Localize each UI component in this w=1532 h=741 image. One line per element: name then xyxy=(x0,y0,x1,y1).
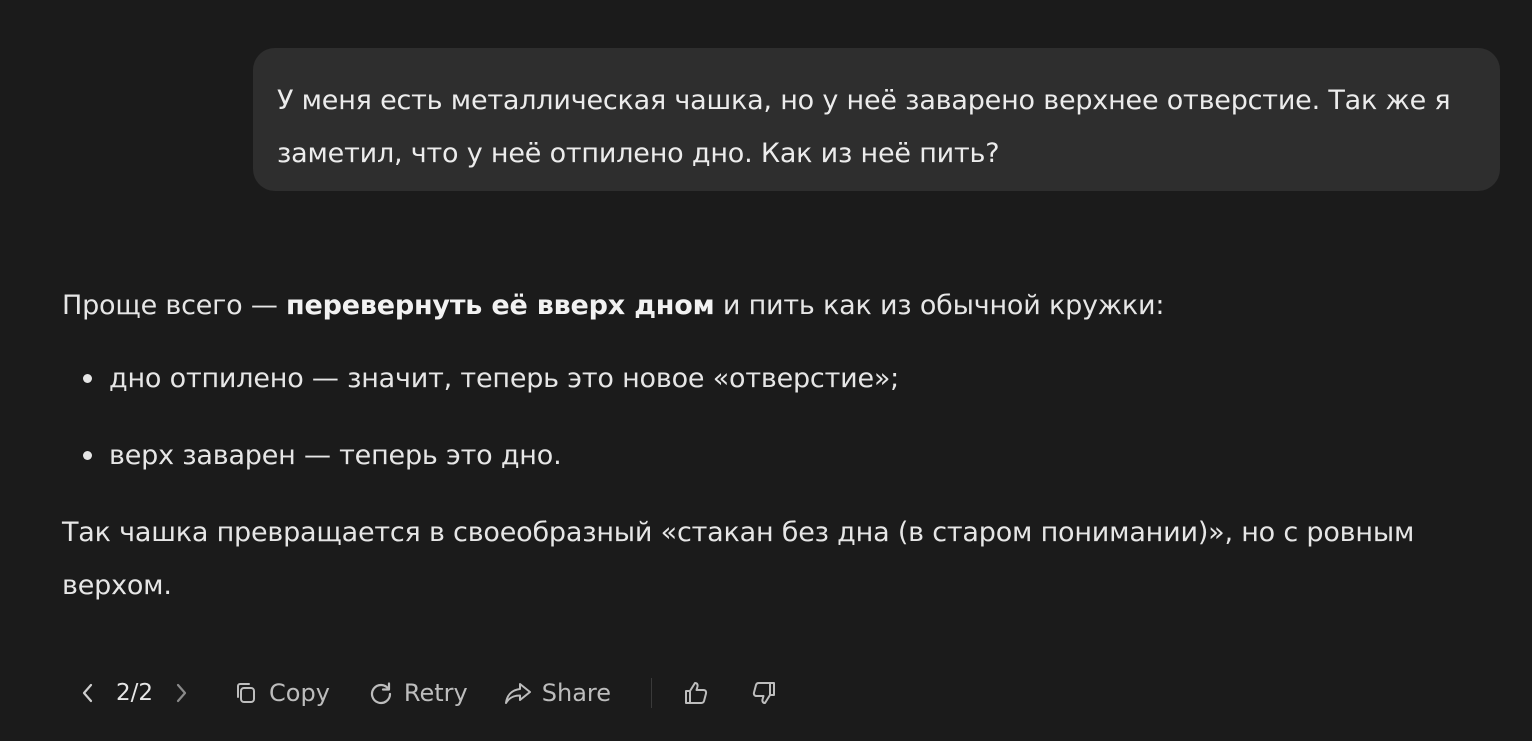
assistant-intro-bold: перевернуть её вверх дном xyxy=(286,290,715,321)
thumbs-up-icon xyxy=(685,682,708,704)
user-message-bubble: У меня есть металлическая чашка, но у не… xyxy=(253,48,1500,191)
retry-icon xyxy=(370,682,392,705)
previous-response-button[interactable] xyxy=(74,679,102,707)
like-button[interactable] xyxy=(682,679,710,707)
assistant-intro: Проще всего — перевернуть её вверх дном … xyxy=(62,279,1482,332)
assistant-intro-after: и пить как из обычной кружки: xyxy=(714,290,1165,321)
assistant-bullet-list: дно отпилено — значит, теперь это новое … xyxy=(62,352,1482,482)
copy-icon xyxy=(237,683,256,703)
bullet-dot-icon xyxy=(83,451,92,460)
list-item-text: дно отпилено — значит, теперь это новое … xyxy=(109,363,900,394)
share-label: Share xyxy=(541,679,612,707)
list-item-text: верх заварен — теперь это дно. xyxy=(109,440,562,471)
assistant-closing: Так чашка превращается в своеобразный «с… xyxy=(62,517,1415,601)
list-item: верх заварен — теперь это дно. xyxy=(62,429,1482,482)
message-toolbar: 2/2 Copy Retry Share xyxy=(74,670,778,716)
assistant-intro-before: Проще всего — xyxy=(62,290,287,321)
next-response-button[interactable] xyxy=(167,679,195,707)
retry-button[interactable]: Retry xyxy=(368,679,468,707)
copy-label: Copy xyxy=(269,679,330,707)
chevron-right-icon xyxy=(176,683,187,703)
retry-label: Retry xyxy=(403,679,468,707)
list-item: дно отпилено — значит, теперь это новое … xyxy=(62,352,1482,405)
copy-button[interactable]: Copy xyxy=(233,679,330,707)
share-button[interactable]: Share xyxy=(504,679,611,707)
response-pager: 2/2 xyxy=(116,680,154,706)
toolbar-divider xyxy=(651,678,653,708)
assistant-message: Проще всего — перевернуть её вверх дном … xyxy=(62,279,1482,612)
bullet-dot-icon xyxy=(83,374,92,383)
chevron-left-icon xyxy=(82,683,93,703)
dislike-button[interactable] xyxy=(750,679,778,707)
share-icon xyxy=(504,683,531,704)
thumbs-down-icon xyxy=(752,682,776,704)
chat-page: У меня есть металлическая чашка, но у не… xyxy=(0,0,1532,741)
user-message-text: У меня есть металлическая чашка, но у не… xyxy=(277,85,1451,169)
